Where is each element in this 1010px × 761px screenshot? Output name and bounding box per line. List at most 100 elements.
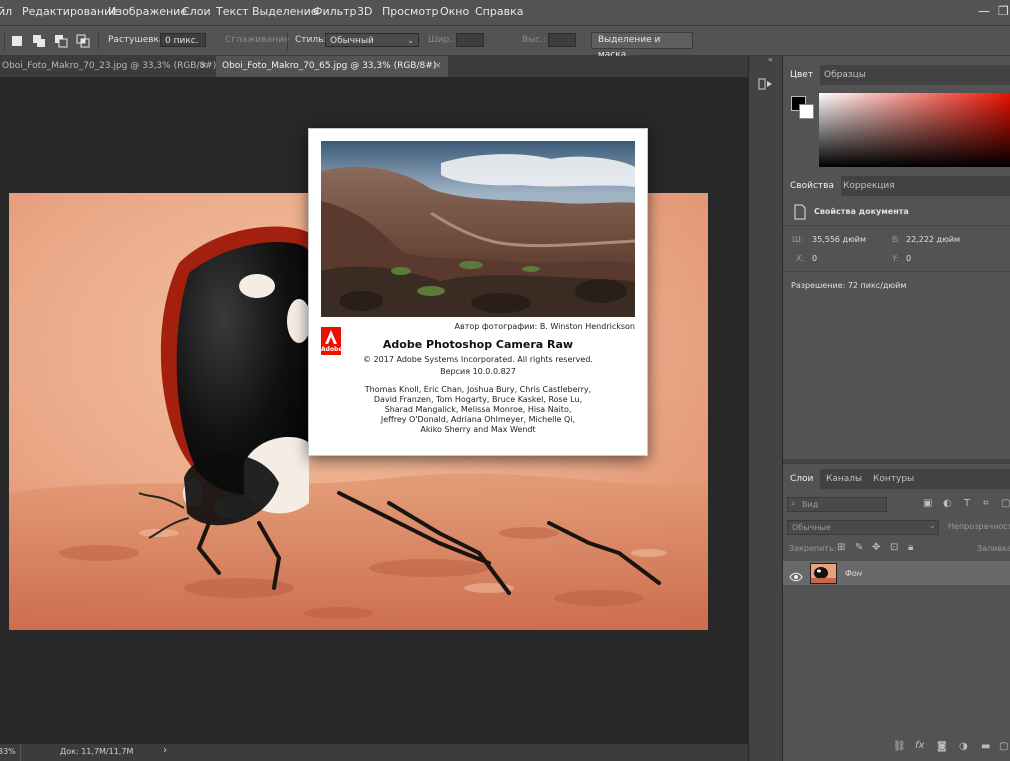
lock-all-icon[interactable]: 🔒︎: [908, 542, 913, 553]
style-label: Стиль:: [295, 35, 327, 45]
layer-name[interactable]: Фон: [845, 569, 862, 578]
close-icon[interactable]: ×: [434, 56, 442, 77]
height-value[interactable]: 22,222 дюйм: [906, 235, 960, 244]
menu-edit[interactable]: Редактирование: [22, 5, 118, 18]
resolution-text: Разрешение: 72 пикс/дюйм: [791, 281, 907, 290]
add-selection-icon[interactable]: [32, 33, 46, 47]
select-and-mask-button[interactable]: Выделение и маска...: [591, 32, 693, 60]
blend-mode-select[interactable]: Обычные ⌄: [787, 520, 939, 535]
doc-size-info: Док: 11,7M/11,7M: [60, 747, 134, 756]
panel-separator: [783, 459, 1010, 464]
tab-adjustments[interactable]: Коррекция: [836, 176, 902, 196]
fill-label: Заливка:: [977, 544, 1010, 553]
tab-document-2[interactable]: Oboi_Foto_Makro_70_65.jpg @ 33,3% (RGB/8…: [216, 56, 448, 77]
canvas-workspace[interactable]: Автор фотографии: B. Winston Hendrickson…: [0, 77, 748, 744]
divider: [20, 744, 21, 761]
image-filter-icon[interactable]: ▣: [923, 498, 932, 509]
x-label: X:: [796, 254, 805, 263]
tab-properties[interactable]: Свойства: [783, 176, 841, 196]
credits-line: Thomas Knoll, Eric Chan, Joshua Bury, Ch…: [364, 385, 592, 394]
color-spectrum-picker[interactable]: [819, 93, 1010, 167]
add-mask-icon[interactable]: ◙: [937, 741, 947, 752]
zoom-level[interactable]: 33%: [0, 747, 16, 756]
menu-type[interactable]: Текст: [216, 5, 249, 18]
lock-label: Закрепить:: [789, 544, 837, 553]
new-selection-icon[interactable]: [10, 33, 24, 47]
right-panels: Цвет Образцы Свойства Коррекция Свойства…: [782, 56, 1010, 761]
tab-label: Oboi_Foto_Makro_70_23.jpg @ 33,3% (RGB/8…: [2, 61, 217, 71]
menu-select[interactable]: Выделение: [252, 5, 318, 18]
new-group-icon[interactable]: ▬: [981, 741, 990, 752]
credits-line: Akiko Sherry and Max Wendt: [420, 425, 536, 434]
layer-row[interactable]: Фон: [783, 561, 1010, 585]
shape-filter-icon[interactable]: ⌗: [983, 498, 989, 509]
tab-swatches[interactable]: Образцы: [817, 65, 873, 85]
eye-icon[interactable]: [789, 567, 803, 586]
close-icon[interactable]: ×: [200, 56, 208, 77]
divider: [98, 32, 99, 50]
link-layers-icon[interactable]: ⛓︎: [893, 741, 906, 752]
smart-object-filter-icon[interactable]: ▢: [1001, 498, 1010, 509]
status-bar: 33% Док: 11,7M/11,7M ›: [0, 744, 748, 761]
tab-paths[interactable]: Контуры: [866, 469, 921, 489]
lock-artboard-icon[interactable]: ⊡: [890, 542, 898, 553]
new-adjustment-icon[interactable]: ◑: [959, 741, 968, 752]
restore-icon[interactable]: ❐: [998, 4, 1009, 18]
height-input[interactable]: [548, 33, 576, 47]
blend-mode-value: Обычные: [792, 523, 831, 532]
x-value[interactable]: 0: [812, 254, 817, 263]
width-value[interactable]: 35,556 дюйм: [812, 235, 866, 244]
history-panel-icon[interactable]: [758, 76, 774, 96]
feather-input[interactable]: 0 пикс.: [160, 33, 206, 47]
collapsed-panel-strip: «: [748, 55, 783, 761]
menu-file[interactable]: йл: [0, 5, 12, 18]
photo-credit: Автор фотографии: B. Winston Hendrickson: [454, 322, 636, 331]
divider: [783, 225, 1010, 226]
layer-filter-value: Вид: [802, 500, 819, 509]
splash-landscape-photo: [321, 141, 635, 317]
subtract-selection-icon[interactable]: [54, 33, 68, 48]
tab-channels[interactable]: Каналы: [819, 469, 869, 489]
y-value[interactable]: 0: [906, 254, 911, 263]
menu-3d[interactable]: 3D: [357, 5, 372, 18]
collapse-panels-icon[interactable]: «: [768, 55, 773, 64]
opacity-label: Непрозрачность:: [948, 522, 1010, 531]
status-menu-arrow[interactable]: ›: [163, 745, 167, 756]
splash-title: Adobe Photoshop Camera Raw: [382, 338, 574, 351]
color-panel-tabs: Цвет Образцы: [783, 65, 1010, 85]
menu-filter[interactable]: Фильтр: [313, 5, 357, 18]
lock-pixels-icon[interactable]: ⊞: [837, 542, 845, 553]
intersect-selection-icon[interactable]: [76, 33, 90, 48]
chevron-down-icon: ⌄: [929, 521, 936, 530]
menu-image[interactable]: Изображение: [108, 5, 187, 18]
menu-help[interactable]: Справка: [475, 5, 523, 18]
style-select[interactable]: Обычный ⌄: [325, 33, 419, 47]
chevron-down-icon: ⌄: [407, 36, 414, 45]
lock-position-icon[interactable]: ✥: [872, 542, 880, 553]
adjustment-filter-icon[interactable]: ◐: [943, 498, 952, 509]
width-label: Шир.:: [428, 35, 456, 45]
tab-color[interactable]: Цвет: [783, 65, 821, 85]
divider: [783, 271, 1010, 272]
type-filter-icon[interactable]: T: [964, 498, 970, 509]
height-label: Выс.:: [522, 35, 547, 45]
new-layer-icon[interactable]: ▢: [999, 741, 1008, 752]
tab-document-1[interactable]: Oboi_Foto_Makro_70_23.jpg @ 33,3% (RGB/8…: [0, 56, 216, 77]
layer-filter-select[interactable]: ⌕ Вид: [787, 497, 887, 512]
menu-view[interactable]: Просмотр: [382, 5, 438, 18]
lock-brush-icon[interactable]: ✎: [855, 542, 863, 553]
document-properties-title: Свойства документа: [814, 207, 909, 216]
minimize-icon[interactable]: —: [978, 4, 990, 18]
tab-layers[interactable]: Слои: [783, 469, 821, 489]
style-select-value: Обычный: [330, 36, 374, 46]
menu-window[interactable]: Окно: [440, 5, 469, 18]
divider: [287, 32, 288, 50]
height-label: В:: [892, 235, 901, 244]
layer-style-icon[interactable]: fx: [915, 740, 924, 751]
width-label: Ш:: [792, 235, 804, 244]
y-label: Y:: [892, 254, 899, 263]
menu-layers[interactable]: Слои: [182, 5, 211, 18]
background-color-swatch[interactable]: [799, 104, 814, 119]
width-input[interactable]: [456, 33, 484, 47]
layers-panel-tabs: Слои Каналы Контуры: [783, 469, 1010, 489]
